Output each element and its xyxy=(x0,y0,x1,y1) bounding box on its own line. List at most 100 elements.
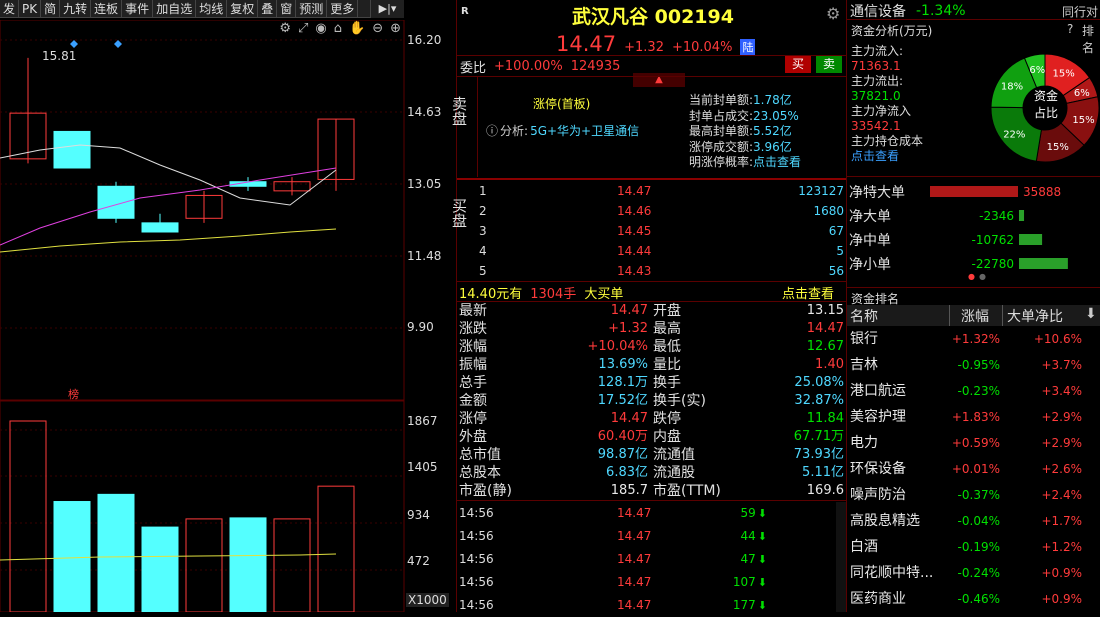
quote-row: 市盈(静) 185.7 市盈(TTM) 169.6 xyxy=(459,482,844,500)
toolbar-item[interactable]: 连板 xyxy=(91,0,123,17)
settings-icon[interactable]: ⚙ xyxy=(826,4,840,23)
tick-scrollbar[interactable] xyxy=(836,502,846,612)
zt-stat-key: 最高封单额: xyxy=(689,124,754,138)
toolbar-item[interactable]: 叠 xyxy=(258,0,278,17)
level-volume: 123127 xyxy=(798,184,844,198)
volume-tick-label: 934 xyxy=(407,508,430,522)
rank-col-name[interactable]: 名称 xyxy=(850,306,878,326)
tick-row: 14:5614.4747⬇7 xyxy=(459,548,846,570)
toolbar-item[interactable]: 发 xyxy=(0,0,20,17)
rank-pct: -0.19% xyxy=(957,540,1000,554)
toolbar-item[interactable]: 加自选 xyxy=(153,0,197,17)
rank-row[interactable]: 环保设备 +0.01% +2.6% xyxy=(847,456,1100,482)
tick-price: 14.47 xyxy=(617,598,652,612)
rank-row[interactable]: 吉林 -0.95% +3.7% xyxy=(847,352,1100,378)
rank-row[interactable]: 港口航运 -0.23% +3.4% xyxy=(847,378,1100,404)
rank-header: 名称 涨幅 大单净比 ⬇ xyxy=(847,305,1100,326)
peer-link[interactable]: 同行对 xyxy=(1062,3,1098,20)
help-icon[interactable]: ? xyxy=(1067,22,1073,36)
rank-row[interactable]: 高股息精选 -0.04% +1.7% xyxy=(847,508,1100,534)
candle-body xyxy=(141,222,179,233)
sell-button[interactable]: 卖 xyxy=(816,56,842,73)
toolbar-item[interactable]: 复权 xyxy=(227,0,259,17)
net-flow-bars: 净特大单 35888 净大单 -2346 净中单 -10762 净小单 -22780 xyxy=(849,185,1068,273)
volume-tick-label: 472 xyxy=(407,554,430,568)
rank-row[interactable]: 电力 +0.59% +2.9% xyxy=(847,430,1100,456)
toolbar-item[interactable]: 简 xyxy=(41,0,61,17)
rank-row[interactable]: 银行 +1.32% +10.6% xyxy=(847,326,1100,352)
buy-book: 1 14.47 123127 2 14.46 1680 3 14.45 67 4 14.44 5 5 14… xyxy=(477,181,846,281)
buy-level-row[interactable]: 1 14.47 123127 xyxy=(477,181,846,201)
zt-stat-value: 1.78亿 xyxy=(753,93,792,107)
quote-key: 市盈(静) xyxy=(459,483,512,499)
page-dots[interactable]: ●● xyxy=(968,272,990,281)
toolbar-item[interactable]: PK xyxy=(19,0,42,17)
toolbar-more-arrow[interactable]: ▶|▾ xyxy=(370,0,404,18)
quote-key: 开盘 xyxy=(653,303,681,319)
tick-row: 14:5614.47177⬇5 xyxy=(459,594,846,616)
down-arrow-icon: ⬇ xyxy=(757,553,767,566)
tick-volume-value: 47 xyxy=(740,552,756,566)
zt-stat-value[interactable]: 点击查看 xyxy=(753,155,801,169)
toolbar-item[interactable]: 预测 xyxy=(296,0,328,17)
rank-ratio: +0.9% xyxy=(1041,566,1082,580)
net-flow-label: 净中单 xyxy=(849,233,891,249)
info-icon: ⓘ xyxy=(486,124,499,138)
quote-key: 涨幅 xyxy=(459,339,487,355)
big-order-link[interactable]: 点击查看 xyxy=(782,283,834,302)
quote-row: 振幅 13.69% 量比 1.40 xyxy=(459,356,844,374)
toolbar-item[interactable]: 更多 xyxy=(327,0,359,17)
price-frame xyxy=(0,20,405,401)
quote-key: 涨停 xyxy=(459,411,487,427)
big-order-qty: 1304手 xyxy=(530,287,577,302)
rank-col-pct[interactable]: 涨幅 xyxy=(961,306,989,326)
event-marker xyxy=(70,40,78,48)
level-price: 14.43 xyxy=(617,264,652,278)
candle-body xyxy=(53,130,91,169)
quote-key: 流通值 xyxy=(653,447,695,463)
rank-row[interactable]: 噪声防治 -0.37% +2.4% xyxy=(847,482,1100,508)
sector-name[interactable]: 通信设备 xyxy=(850,1,906,21)
rank-row[interactable]: 白酒 -0.19% +1.2% xyxy=(847,534,1100,560)
tick-price: 14.47 xyxy=(617,552,652,566)
rank-row[interactable]: 美容护理 +1.83% +2.9% xyxy=(847,404,1100,430)
rank-col-ratio[interactable]: 大单净比 xyxy=(1007,306,1063,326)
event-marker xyxy=(114,40,122,48)
toolbar-item[interactable]: 均线 xyxy=(196,0,228,17)
quote-value: 67.71万 xyxy=(793,429,844,444)
toolbar-item[interactable]: 窗 xyxy=(277,0,297,17)
toolbar-item[interactable]: 事件 xyxy=(122,0,154,17)
buy-level-row[interactable]: 2 14.46 1680 xyxy=(477,201,846,221)
sort-down-icon[interactable]: ⬇ xyxy=(1085,306,1097,322)
buy-level-row[interactable]: 3 14.45 67 xyxy=(477,221,846,241)
fund-rank-link[interactable]: 排名 xyxy=(1082,22,1100,56)
tick-volume-value: 59 xyxy=(740,506,756,520)
net-flow-label: 净小单 xyxy=(849,257,891,273)
buy-level-row[interactable]: 4 14.44 5 xyxy=(477,241,846,261)
volume-bar xyxy=(141,526,179,612)
kline-chart[interactable] xyxy=(0,20,456,612)
quote-value: +10.04% xyxy=(587,339,648,354)
quote-value: 12.67 xyxy=(806,339,844,354)
price-tick-label: 14.63 xyxy=(407,105,442,119)
rank-name: 美容护理 xyxy=(850,409,906,425)
rank-row[interactable]: 同花顺中特... -0.24% +0.9% xyxy=(847,560,1100,586)
rank-ratio: +10.6% xyxy=(1033,332,1082,346)
level-index: 5 xyxy=(479,264,487,278)
buy-level-row[interactable]: 5 14.43 56 xyxy=(477,261,846,281)
rank-row[interactable]: 医药商业 -0.46% +0.9% xyxy=(847,586,1100,612)
buy-button[interactable]: 买 xyxy=(785,56,811,73)
zt-stat-row: 封单占成交:23.05% xyxy=(689,109,801,125)
price-tick-label: 16.20 xyxy=(407,33,442,47)
zt-stat-value: 5.52亿 xyxy=(753,124,792,138)
quote-row: 涨跌 +1.32 最高 14.47 xyxy=(459,320,844,338)
quote-value: 11.84 xyxy=(806,411,844,426)
donut-slice-label: 6% xyxy=(1029,65,1045,76)
analysis-text[interactable]: 5G+华为+卫星通信 xyxy=(530,122,639,139)
price-tick-label: 9.90 xyxy=(407,320,434,334)
price-tick-label: 13.05 xyxy=(407,177,442,191)
rank-name: 港口航运 xyxy=(850,383,906,399)
level-volume: 1680 xyxy=(813,204,844,218)
fund-item-value[interactable]: 点击查看 xyxy=(851,149,923,164)
toolbar-item[interactable]: 九转 xyxy=(60,0,92,17)
